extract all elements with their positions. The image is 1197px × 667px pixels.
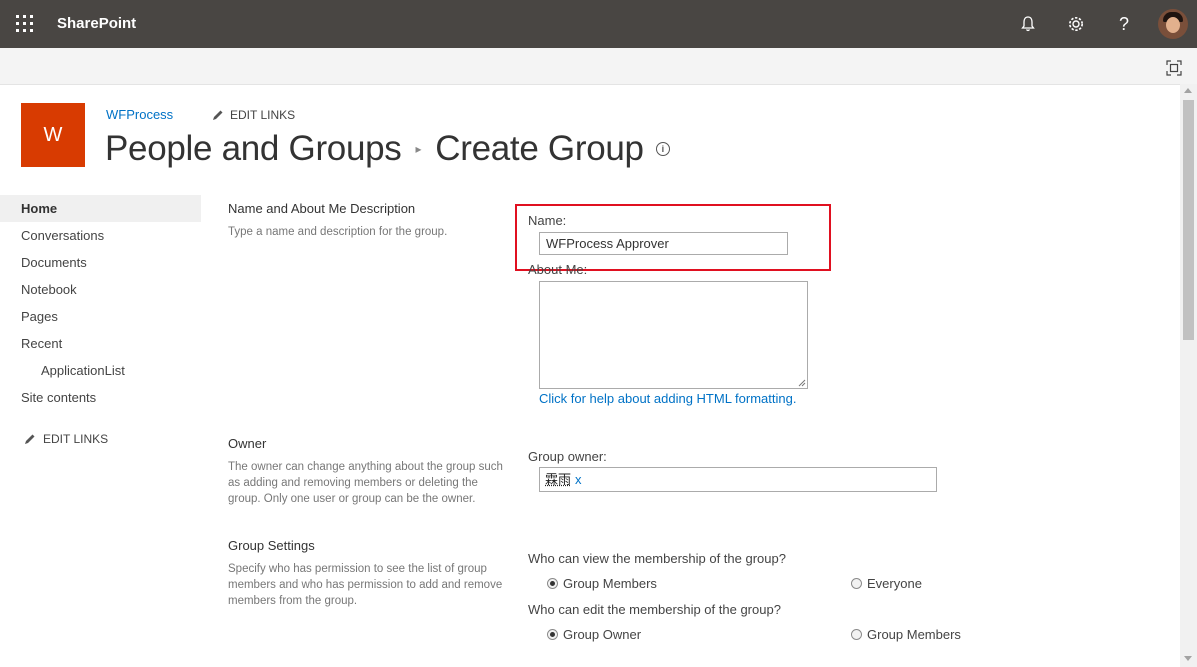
radio-edit-group-members[interactable]: Group Members (851, 627, 961, 642)
resize-grip-icon[interactable] (798, 379, 806, 387)
radio-label: Group Members (563, 576, 657, 591)
info-icon[interactable]: i (655, 142, 670, 156)
html-help-link[interactable]: Click for help about adding HTML formatt… (539, 391, 796, 406)
gear-icon[interactable] (1064, 12, 1088, 36)
radio-view-everyone[interactable]: Everyone (851, 576, 922, 591)
nav-item-site-contents[interactable]: Site contents (0, 384, 201, 411)
quick-launch: Home Conversations Documents Notebook Pa… (0, 195, 201, 411)
highlight-box (515, 204, 831, 271)
radio-unselected-icon[interactable] (851, 578, 862, 589)
focus-mode-icon[interactable] (1166, 60, 1182, 76)
app-launcher-icon[interactable] (16, 15, 34, 33)
bell-icon[interactable] (1016, 12, 1040, 36)
scroll-down-icon[interactable] (1184, 656, 1192, 661)
scroll-up-icon[interactable] (1184, 88, 1192, 93)
nav-item-notebook[interactable]: Notebook (0, 276, 201, 303)
radio-unselected-icon[interactable] (851, 629, 862, 640)
about-me-textarea[interactable] (539, 281, 808, 389)
radio-label: Group Owner (563, 627, 642, 642)
avatar[interactable] (1158, 9, 1188, 39)
nav-item-conversations[interactable]: Conversations (0, 222, 201, 249)
remove-owner-button[interactable]: x (575, 472, 582, 487)
about-me-label: About Me: (528, 262, 588, 277)
section-title-name: Name and About Me Description (228, 201, 416, 216)
owner-entity[interactable]: 霖雨 (545, 472, 571, 487)
radio-view-group-members[interactable]: Group Members (547, 576, 657, 591)
ribbon-bar (0, 48, 1197, 85)
pencil-icon (213, 110, 223, 120)
nav-item-recent[interactable]: Recent (0, 330, 201, 357)
edit-links-label: EDIT LINKS (43, 432, 109, 446)
breadcrumb-current: Create Group (435, 129, 644, 168)
group-owner-picker[interactable]: 霖雨 x (539, 467, 937, 492)
brand-name[interactable]: SharePoint (57, 15, 136, 32)
radio-label: Everyone (867, 576, 922, 591)
help-icon[interactable]: ? (1112, 12, 1136, 36)
edit-links-nav[interactable]: EDIT LINKS (24, 432, 108, 446)
radio-selected-icon[interactable] (547, 578, 558, 589)
radio-label: Group Members (867, 627, 961, 642)
site-logo-letter: W (43, 123, 63, 146)
scroll-thumb[interactable] (1183, 100, 1194, 340)
edit-links-top[interactable]: EDIT LINKS (212, 108, 295, 122)
section-desc-settings: Specify who has permission to see the li… (228, 563, 503, 607)
edit-membership-question: Who can edit the membership of the group… (528, 602, 781, 617)
site-logo[interactable]: W (21, 103, 85, 167)
nav-item-home[interactable]: Home (0, 195, 201, 222)
section-title-settings: Group Settings (228, 538, 315, 553)
radio-selected-icon[interactable] (547, 629, 558, 640)
site-name-link[interactable]: WFProcess (106, 107, 173, 122)
section-title-owner: Owner (228, 436, 267, 451)
nav-item-documents[interactable]: Documents (0, 249, 201, 276)
section-desc-name: Type a name and description for the grou… (228, 226, 448, 238)
nav-item-applicationlist[interactable]: ApplicationList (0, 357, 201, 384)
page-title: People and Groups ▸ Create Group i (105, 129, 670, 169)
breadcrumb-separator-icon: ▸ (415, 142, 422, 156)
pencil-icon (25, 434, 35, 444)
nav-item-pages[interactable]: Pages (0, 303, 201, 330)
vertical-scrollbar[interactable] (1180, 84, 1197, 667)
breadcrumb-parent[interactable]: People and Groups (105, 129, 402, 169)
group-owner-label: Group owner: (528, 449, 607, 464)
radio-edit-group-owner[interactable]: Group Owner (547, 627, 641, 642)
suite-bar: SharePoint ? (0, 0, 1197, 48)
section-desc-owner: The owner can change anything about the … (228, 461, 503, 505)
view-membership-question: Who can view the membership of the group… (528, 551, 786, 566)
edit-links-label: EDIT LINKS (230, 108, 296, 122)
